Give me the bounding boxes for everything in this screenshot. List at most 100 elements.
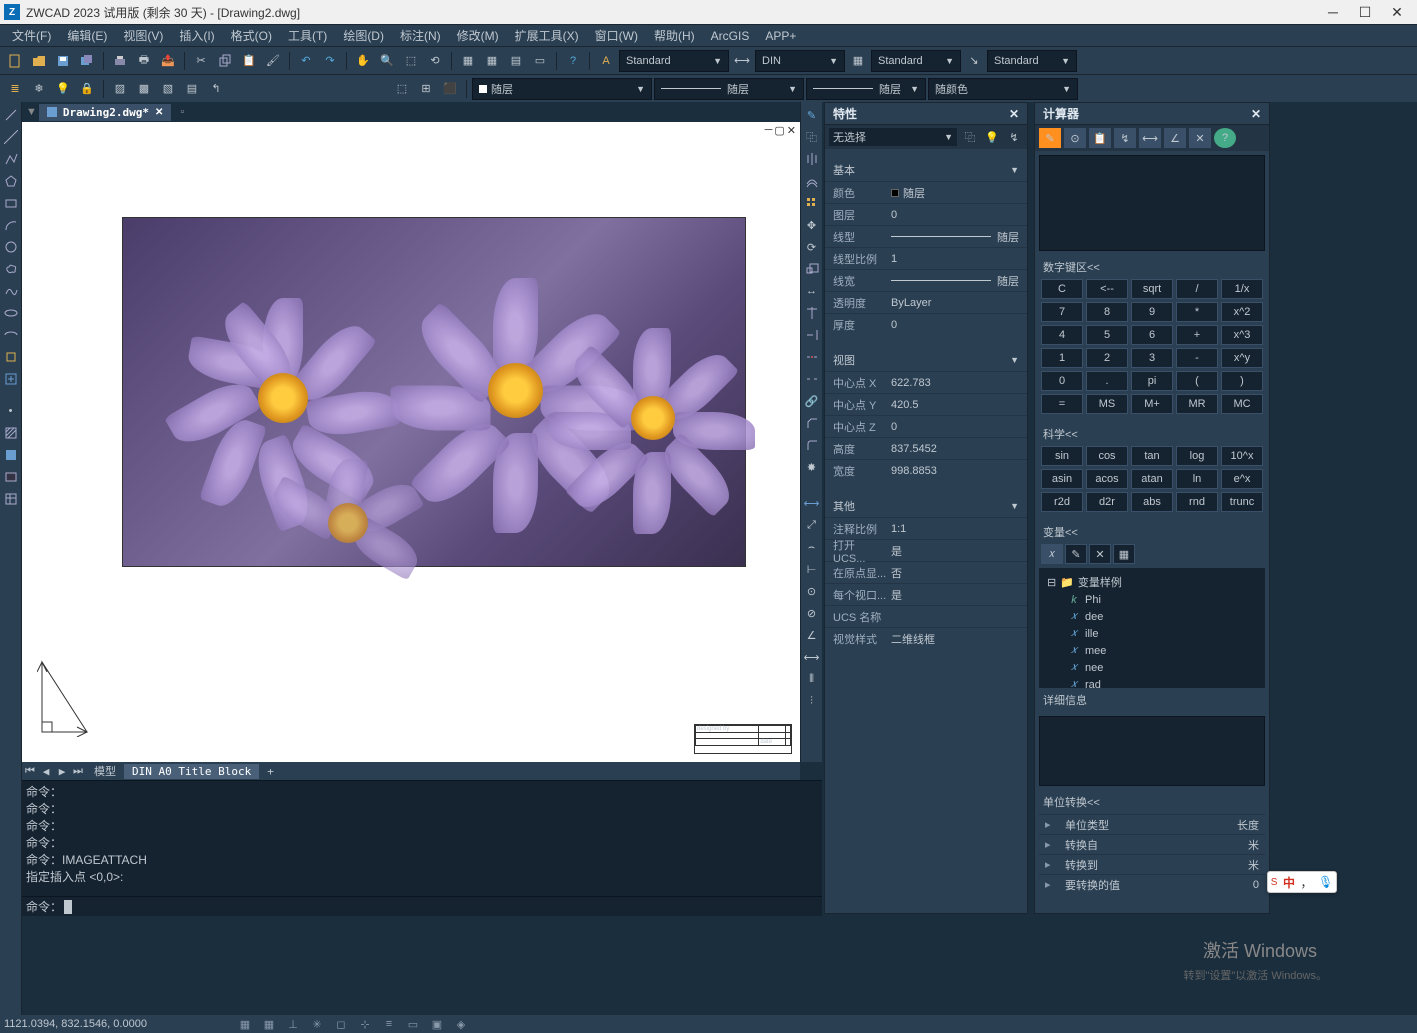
tab-close-icon[interactable]: ✕ <box>155 107 163 118</box>
prop-thickness[interactable]: 厚度0 <box>825 313 1027 335</box>
calc-btn-div[interactable]: / <box>1176 279 1218 299</box>
prop-center-y[interactable]: 中心点 Y420.5 <box>825 393 1027 415</box>
snap-toggle[interactable]: ▦ <box>235 1016 255 1032</box>
table-style-icon[interactable]: ▦ <box>847 50 869 72</box>
new-file-icon[interactable] <box>4 50 26 72</box>
calc-btn-recip[interactable]: 1/x <box>1221 279 1263 299</box>
design-center-icon[interactable]: ▦ <box>481 50 503 72</box>
var-ille[interactable]: 𝑥ille <box>1043 625 1261 642</box>
lwt-toggle[interactable]: ≡ <box>379 1016 399 1032</box>
minimize-button[interactable]: ─ <box>1317 0 1349 24</box>
block-icon[interactable]: ⬚ <box>391 78 413 100</box>
prop-ucs-on[interactable]: 打开 UCS...是 <box>825 539 1027 561</box>
spline-tool-icon[interactable] <box>2 282 20 300</box>
pickadd-icon[interactable]: 💡 <box>983 128 1001 146</box>
prop-width[interactable]: 宽度998.8853 <box>825 459 1027 481</box>
properties-icon[interactable]: ▦ <box>457 50 479 72</box>
fillet-icon[interactable] <box>803 436 821 454</box>
mirror-icon[interactable] <box>803 150 821 168</box>
dim-continue-icon[interactable]: ⫶ <box>803 692 821 710</box>
layer-off-icon[interactable]: 💡 <box>52 78 74 100</box>
calc-btn-pi[interactable]: pi <box>1131 371 1173 391</box>
print-preview-icon[interactable]: 🖶 <box>133 50 155 72</box>
dim-style-icon[interactable]: ⟷ <box>731 50 753 72</box>
menu-dimension[interactable]: 标注(N) <box>392 25 449 46</box>
calc-btn-sq[interactable]: x^2 <box>1221 302 1263 322</box>
layer-walk-icon[interactable]: ▩ <box>133 78 155 100</box>
selectobj-icon[interactable]: ↯ <box>1005 128 1023 146</box>
prop-height[interactable]: 高度837.5452 <box>825 437 1027 459</box>
chamfer-icon[interactable] <box>803 414 821 432</box>
calc-btn-pow[interactable]: x^y <box>1221 348 1263 368</box>
text-style-icon[interactable]: A <box>595 50 617 72</box>
save-icon[interactable] <box>52 50 74 72</box>
calc-btn-ms[interactable]: MS <box>1086 394 1128 414</box>
dim-aligned-icon[interactable]: ⤢ <box>803 516 821 534</box>
revcloud-tool-icon[interactable] <box>2 260 20 278</box>
calc-paste-icon[interactable]: 📋 <box>1089 128 1111 148</box>
layout-next-icon[interactable]: ▶ <box>54 765 70 778</box>
calc-btn-back[interactable]: <-- <box>1086 279 1128 299</box>
dim-angular-icon[interactable]: ∠ <box>803 626 821 644</box>
stretch-icon[interactable]: ↔ <box>803 282 821 300</box>
pan-icon[interactable]: ✋ <box>352 50 374 72</box>
calc-clear-icon[interactable]: ✕ <box>1189 128 1211 148</box>
calc-btn-atan[interactable]: atan <box>1131 469 1173 489</box>
document-tab[interactable]: Drawing2.dwg* ✕ <box>39 104 171 121</box>
calculator-close-icon[interactable]: ✕ <box>1251 107 1261 121</box>
quickselect-icon[interactable]: ⿻ <box>961 128 979 146</box>
trim-icon[interactable] <box>803 304 821 322</box>
maximize-button[interactable]: ☐ <box>1349 0 1381 24</box>
layer-uniso-icon[interactable]: ▧ <box>157 78 179 100</box>
cleanscreen-icon[interactable]: ▭ <box>529 50 551 72</box>
dim-radius-icon[interactable]: ⊙ <box>803 582 821 600</box>
var-new-icon[interactable]: 𝑥 <box>1041 544 1063 564</box>
prop-viewport[interactable]: 每个视口...是 <box>825 583 1027 605</box>
calc-btn-8[interactable]: 8 <box>1086 302 1128 322</box>
zoom-prev-icon[interactable]: ⟲ <box>424 50 446 72</box>
props-section-other[interactable]: 其他▼ <box>825 495 1027 517</box>
text-style-combo[interactable]: Standard▼ <box>619 50 729 72</box>
erase-icon[interactable]: ✎ <box>803 106 821 124</box>
break-icon[interactable] <box>803 370 821 388</box>
zoom-window-icon[interactable]: ⬚ <box>400 50 422 72</box>
calc-btn-dot[interactable]: . <box>1086 371 1128 391</box>
lineweight-combo[interactable]: 随层▼ <box>806 78 926 100</box>
props-section-basic[interactable]: 基本▼ <box>825 159 1027 181</box>
publish-icon[interactable]: 📤 <box>157 50 179 72</box>
calc-btn-10x[interactable]: 10^x <box>1221 446 1263 466</box>
menu-insert[interactable]: 插入(I) <box>171 25 222 46</box>
new-tab-icon[interactable]: ▫ <box>173 104 191 120</box>
menu-arcgis[interactable]: ArcGIS <box>703 27 758 45</box>
layer-match-icon[interactable]: ▤ <box>181 78 203 100</box>
join-icon[interactable]: 🔗 <box>803 392 821 410</box>
open-file-icon[interactable] <box>28 50 50 72</box>
calc-help-icon[interactable]: ? <box>1214 128 1236 148</box>
layout-prev-icon[interactable]: ◀ <box>38 765 54 778</box>
attached-image[interactable] <box>122 217 746 567</box>
tab-menu-icon[interactable]: ▼ <box>26 106 37 118</box>
model-tab[interactable]: 模型 <box>86 762 124 780</box>
ellipse-tool-icon[interactable] <box>2 304 20 322</box>
ime-indicator[interactable]: S 中 ， 🎙 <box>1267 871 1337 893</box>
ime-punct[interactable]: ， <box>1300 874 1312 891</box>
table-tool-icon[interactable] <box>2 490 20 508</box>
calc-btn-lpar[interactable]: ( <box>1176 371 1218 391</box>
zoom-rt-icon[interactable]: 🔍 <box>376 50 398 72</box>
pline-tool-icon[interactable] <box>2 150 20 168</box>
calc-btn-trunc[interactable]: trunc <box>1221 492 1263 512</box>
calc-btn-d2r[interactable]: d2r <box>1086 492 1128 512</box>
calc-mid-icon[interactable]: ⟷ <box>1139 128 1161 148</box>
layout-tab[interactable]: DIN A0 Title Block <box>124 764 259 779</box>
print-icon[interactable] <box>109 50 131 72</box>
calc-btn-acos[interactable]: acos <box>1086 469 1128 489</box>
layer-freeze-icon[interactable]: ❄ <box>28 78 50 100</box>
prop-ucs-name[interactable]: UCS 名称 <box>825 605 1027 627</box>
menu-tools[interactable]: 工具(T) <box>280 25 335 46</box>
prop-center-x[interactable]: 中心点 X622.783 <box>825 371 1027 393</box>
tool-palette-icon[interactable]: ▤ <box>505 50 527 72</box>
calc-btn-sub[interactable]: - <box>1176 348 1218 368</box>
arc-tool-icon[interactable] <box>2 216 20 234</box>
calc-btn-mul[interactable]: * <box>1176 302 1218 322</box>
prop-linetype[interactable]: 线型随层 <box>825 225 1027 247</box>
